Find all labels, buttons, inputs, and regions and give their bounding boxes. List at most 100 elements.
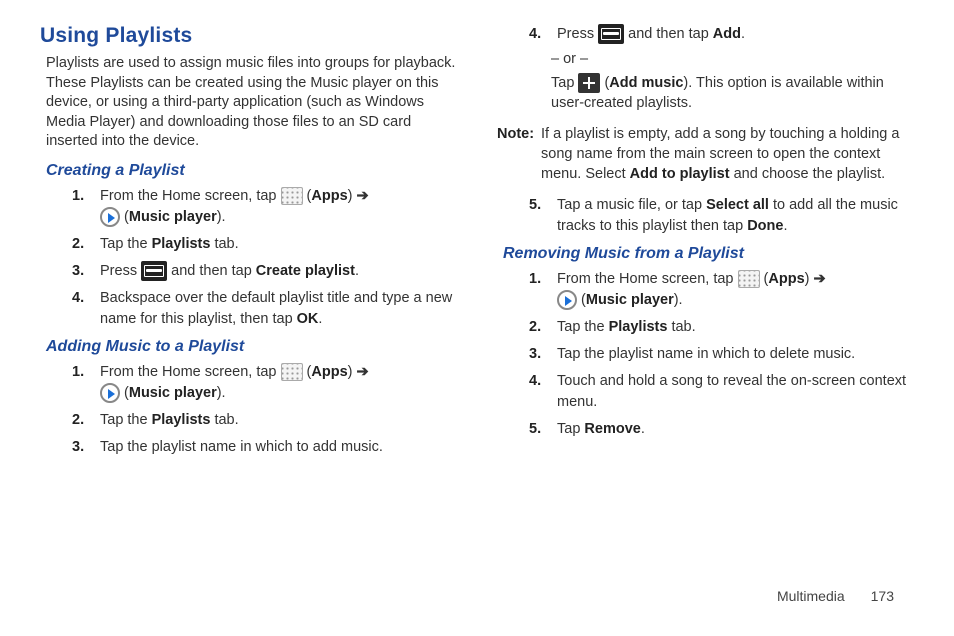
apps-icon	[281, 187, 303, 205]
step-text: .	[318, 311, 322, 327]
label-ok: OK	[297, 311, 319, 327]
list-item: 1. From the Home screen, tap (Apps) ➔ (M…	[78, 362, 457, 404]
list-item: 5. Tap Remove.	[535, 419, 914, 440]
music-player-icon	[557, 290, 577, 310]
step-text: .	[355, 263, 359, 279]
list-item: 4. Press and then tap Add.	[535, 24, 914, 45]
step-text: Tap	[551, 75, 578, 91]
step-text: Press	[557, 26, 598, 42]
apps-icon	[281, 363, 303, 381]
adding-steps-final: 5. Tap a music file, or tap Select all t…	[535, 195, 914, 237]
label-music-player: Music player	[129, 385, 217, 401]
label-playlists: Playlists	[152, 236, 211, 252]
label-music-player: Music player	[586, 292, 674, 308]
label-select-all: Select all	[706, 197, 769, 213]
step-text: Backspace over the default playlist titl…	[100, 290, 452, 327]
step-text: Tap the	[100, 236, 152, 252]
step-number: 3.	[529, 344, 541, 365]
step-number: 5.	[529, 195, 541, 216]
step-text: From the Home screen, tap	[100, 364, 281, 380]
page-content: Using Playlists Playlists are used to as…	[0, 0, 954, 588]
label-playlists: Playlists	[152, 412, 211, 428]
list-item: 3. Press and then tap Create playlist.	[78, 261, 457, 282]
right-column: 4. Press and then tap Add. – or – Tap (A…	[497, 24, 914, 578]
step-text: tab.	[667, 319, 695, 335]
step-text: .	[741, 26, 745, 42]
label-remove: Remove	[584, 421, 640, 437]
step-text: ).	[217, 385, 226, 401]
label-apps: Apps	[311, 364, 347, 380]
step-text: .	[783, 218, 787, 234]
note-text: and choose the playlist.	[730, 166, 886, 182]
alt-option: Tap (Add music). This option is availabl…	[551, 73, 914, 114]
step-number: 2.	[529, 317, 541, 338]
step-number: 1.	[529, 269, 541, 290]
subheading-creating: Creating a Playlist	[46, 162, 457, 180]
step-text: Tap the	[557, 319, 609, 335]
label-music-player: Music player	[129, 209, 217, 225]
label-create-playlist: Create playlist	[256, 263, 355, 279]
adding-steps: 1. From the Home screen, tap (Apps) ➔ (M…	[78, 362, 457, 458]
step-text: .	[641, 421, 645, 437]
intro-paragraph: Playlists are used to assign music files…	[46, 54, 457, 152]
removing-steps: 1. From the Home screen, tap (Apps) ➔ (M…	[535, 269, 914, 440]
step-text: and then tap	[628, 26, 713, 42]
step-number: 3.	[72, 437, 84, 458]
arrow-icon: ➔	[357, 364, 369, 380]
list-item: 4. Backspace over the default playlist t…	[78, 288, 457, 330]
or-divider: – or –	[551, 51, 914, 67]
step-text: )	[348, 188, 357, 204]
step-text: Tap a music file, or tap	[557, 197, 706, 213]
step-text: tab.	[210, 236, 238, 252]
step-number: 2.	[72, 410, 84, 431]
label-apps: Apps	[311, 188, 347, 204]
step-text: Press	[100, 263, 141, 279]
music-player-icon	[100, 207, 120, 227]
step-number: 1.	[72, 186, 84, 207]
left-column: Using Playlists Playlists are used to as…	[40, 24, 457, 578]
step-text: ). This option is available within user-…	[551, 75, 884, 111]
subheading-removing: Removing Music from a Playlist	[503, 245, 914, 263]
list-item: 4. Touch and hold a song to reveal the o…	[535, 371, 914, 413]
step-text: From the Home screen, tap	[100, 188, 281, 204]
music-player-icon	[100, 383, 120, 403]
list-item: 3. Tap the playlist name in which to del…	[535, 344, 914, 365]
step-text: ).	[217, 209, 226, 225]
step-text: ).	[674, 292, 683, 308]
subheading-adding: Adding Music to a Playlist	[46, 338, 457, 356]
menu-icon	[141, 261, 167, 281]
label-playlists: Playlists	[609, 319, 668, 335]
step-text: Tap the playlist name in which to delete…	[557, 346, 855, 362]
page-number: 173	[871, 588, 894, 604]
label-add-music: Add music	[609, 75, 683, 91]
arrow-icon: ➔	[357, 188, 369, 204]
step-number: 4.	[529, 24, 541, 45]
step-number: 2.	[72, 234, 84, 255]
label-add-to-playlist: Add to playlist	[630, 166, 730, 182]
section-heading: Using Playlists	[40, 24, 457, 48]
step-number: 3.	[72, 261, 84, 282]
list-item: 3. Tap the playlist name in which to add…	[78, 437, 457, 458]
step-number: 5.	[529, 419, 541, 440]
list-item: 2. Tap the Playlists tab.	[535, 317, 914, 338]
label-add: Add	[713, 26, 741, 42]
footer-section: Multimedia	[777, 588, 845, 604]
label-done: Done	[747, 218, 783, 234]
adding-steps-continued: 4. Press and then tap Add.	[535, 24, 914, 45]
apps-icon	[738, 270, 760, 288]
note-label: Note:	[497, 124, 534, 144]
step-number: 4.	[529, 371, 541, 392]
step-text: Tap the playlist name in which to add mu…	[100, 439, 383, 455]
list-item: 5. Tap a music file, or tap Select all t…	[535, 195, 914, 237]
step-text: and then tap	[171, 263, 256, 279]
list-item: 2. Tap the Playlists tab.	[78, 410, 457, 431]
list-item: 2. Tap the Playlists tab.	[78, 234, 457, 255]
menu-icon	[598, 24, 624, 44]
step-text: Tap	[557, 421, 584, 437]
list-item: 1. From the Home screen, tap (Apps) ➔ (M…	[535, 269, 914, 311]
step-text: Touch and hold a song to reveal the on-s…	[557, 373, 906, 410]
step-text: From the Home screen, tap	[557, 271, 738, 287]
step-text: )	[805, 271, 814, 287]
arrow-icon: ➔	[814, 271, 826, 287]
label-apps: Apps	[768, 271, 804, 287]
